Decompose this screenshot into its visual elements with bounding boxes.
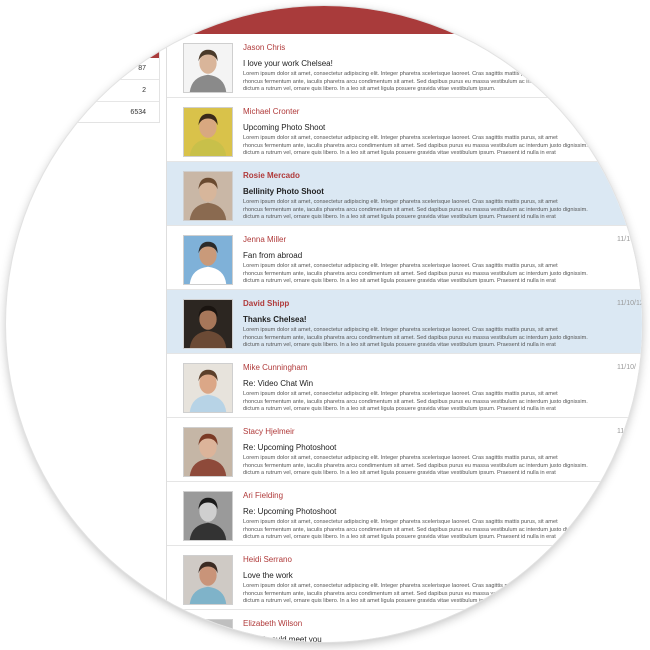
avatar bbox=[183, 491, 233, 541]
message-preview-line: rhoncus fermentum ante, iaculis pharetra… bbox=[243, 526, 588, 533]
sidebar-row[interactable]: 2 bbox=[7, 80, 159, 102]
message-row[interactable]: Ari Fielding Re: Upcoming Photoshoot Lorem… bbox=[167, 482, 642, 546]
message-preview-line: Lorem ipsum dolor sit amet, consectetur … bbox=[243, 583, 558, 589]
message-preview-line: Lorem ipsum dolor sit amet, consectetur … bbox=[243, 455, 558, 461]
sender-name[interactable]: David Shipp bbox=[243, 299, 289, 308]
message-subject: Thanks Chelsea! bbox=[243, 315, 307, 324]
message-subject: Re: Upcoming Photoshoot bbox=[243, 507, 337, 516]
message-subject: Fan from abroad bbox=[243, 251, 303, 260]
sidebar-row[interactable]: 87 bbox=[7, 58, 159, 80]
message-row[interactable]: Mike Cunningham 11/10/Re: Video Chat Win L… bbox=[167, 354, 642, 418]
message-preview-line: rhoncus fermentum ante, iaculis pharetra… bbox=[243, 142, 588, 149]
message-preview-line: dictum a rutrum vel, ornare quis libero.… bbox=[243, 406, 556, 412]
magnified-view: 87 2 rash 6534 Jason Chris I love your wo… bbox=[6, 6, 642, 642]
message-date: 11/10/ bbox=[617, 364, 636, 371]
sidebar-folder-list: 87 2 rash 6534 bbox=[6, 34, 160, 123]
message-preview-line: rhoncus fermentum ante, iaculis pharetra… bbox=[243, 398, 588, 405]
message-preview-line: dictum a rutrum vel, ornare quis libero.… bbox=[243, 214, 556, 220]
message-preview-line: rhoncus fermentum ante, iaculis pharetra… bbox=[243, 462, 588, 469]
message-row[interactable]: Stacy Hjelmeir 11/1 Re: Upcoming Photoshoo… bbox=[167, 418, 642, 482]
sidebar-row-count: 2 bbox=[142, 87, 146, 94]
sidebar-row-trash[interactable]: rash 6534 bbox=[7, 102, 159, 123]
message-row[interactable]: David Shipp 11/10/12 Thanks Chelsea! Lorem … bbox=[167, 290, 642, 354]
message-date: 11/1 bbox=[617, 428, 631, 435]
message-subject: Re: Video Chat Win bbox=[243, 379, 314, 388]
message-preview-line: dictum a rutrum vel, ornare quis libero.… bbox=[243, 278, 556, 284]
top-bar bbox=[6, 6, 642, 34]
message-row[interactable]: Rosie Mercado Bellinity Photo Shoot Lorem … bbox=[167, 162, 642, 226]
avatar bbox=[183, 43, 233, 93]
message-preview-line: Lorem ipsum dolor sit amet, consectetur … bbox=[243, 327, 558, 333]
sidebar-row-count: 6534 bbox=[130, 109, 146, 116]
sender-name[interactable]: Jenna Miller bbox=[243, 235, 286, 244]
message-preview-line: Lorem ipsum dolor sit amet, consectetur … bbox=[243, 391, 558, 397]
sidebar-row-count: 87 bbox=[138, 65, 146, 72]
message-subject: Love the work bbox=[243, 571, 293, 580]
sidebar-row-label: rash bbox=[11, 109, 25, 116]
message-preview-line: Lorem ipsum dolor sit amet, consectetur … bbox=[243, 263, 558, 269]
message-preview: Lorem ipsum dolor sit amet, consectetur … bbox=[243, 263, 642, 287]
message-preview-line: Lorem ipsum dolor sit amet, consectetur … bbox=[243, 135, 558, 141]
message-preview-line: dictum a rutrum vel, ornare quis libero.… bbox=[243, 150, 556, 156]
message-list: Jason Chris I love your work Chelsea! Lore… bbox=[166, 34, 642, 642]
message-preview: Lorem ipsum dolor sit amet, consectetur … bbox=[243, 519, 642, 543]
avatar bbox=[183, 555, 233, 605]
message-preview-line: rhoncus fermentum ante, iaculis pharetra… bbox=[243, 270, 588, 277]
message-preview-line: rhoncus fermentum ante, iaculis pharetra… bbox=[243, 334, 588, 341]
avatar bbox=[183, 235, 233, 285]
sender-name[interactable]: Rosie Mercado bbox=[243, 171, 300, 180]
message-row[interactable]: Elizabeth Wilson Wish I could meet you bbox=[167, 610, 642, 642]
message-preview-line: rhoncus fermentum ante, iaculis pharetra… bbox=[243, 78, 606, 85]
message-date: 11/10/12 bbox=[617, 300, 642, 307]
message-subject: Upcoming Photo Shoot bbox=[243, 123, 326, 132]
message-preview-line: rhoncus fermentum ante, iaculis pharetra… bbox=[243, 590, 562, 597]
avatar bbox=[183, 363, 233, 413]
sender-name[interactable]: Mike Cunningham bbox=[243, 363, 307, 372]
sender-name[interactable]: Heidi Serrano bbox=[243, 555, 292, 564]
message-preview-line: dictum a rutrum vel, ornare quis libero.… bbox=[243, 86, 496, 92]
message-preview-line: rhoncus fermentum ante, iaculis pharetra… bbox=[243, 206, 588, 213]
message-preview-line: Lorem ipsum dolor sit amet, consectetur … bbox=[243, 519, 558, 525]
sender-name[interactable]: Elizabeth Wilson bbox=[243, 619, 302, 628]
message-preview-line: dictum a rutrum vel, ornare quis libero.… bbox=[243, 342, 556, 348]
message-preview: Lorem ipsum dolor sit amet, consectetur … bbox=[243, 71, 642, 95]
message-subject: Bellinity Photo Shoot bbox=[243, 187, 324, 196]
avatar bbox=[183, 299, 233, 349]
message-preview-line: dictum a rutrum vel, ornare quis libero.… bbox=[243, 598, 496, 604]
message-preview-line: dictum a rutrum vel, ornare quis libero.… bbox=[243, 534, 556, 540]
sender-name[interactable]: Jason Chris bbox=[243, 43, 285, 52]
message-preview: Lorem ipsum dolor sit amet, consectetur … bbox=[243, 199, 642, 223]
avatar bbox=[183, 619, 233, 642]
message-subject: Re: Upcoming Photoshoot bbox=[243, 443, 337, 452]
message-preview: Lorem ipsum dolor sit amet, consectetur … bbox=[243, 135, 642, 159]
message-row[interactable]: Heidi Serrano Love the work Lorem ipsum do… bbox=[167, 546, 642, 610]
sender-name[interactable]: Ari Fielding bbox=[243, 491, 283, 500]
message-subject: Wish I could meet you bbox=[243, 635, 322, 642]
avatar bbox=[183, 107, 233, 157]
avatar bbox=[183, 427, 233, 477]
message-row[interactable]: Jason Chris I love your work Chelsea! Lore… bbox=[167, 34, 642, 98]
message-preview-line: Lorem ipsum dolor sit amet, consectetur … bbox=[243, 71, 558, 77]
message-row[interactable]: Jenna Miller 11/10/Fan from abroad Lorem i… bbox=[167, 226, 642, 290]
avatar bbox=[183, 171, 233, 221]
message-preview: Lorem ipsum dolor sit amet, consectetur … bbox=[243, 583, 642, 607]
message-preview-line: Lorem ipsum dolor sit amet, consectetur … bbox=[243, 199, 558, 205]
message-preview: Lorem ipsum dolor sit amet, consectetur … bbox=[243, 391, 642, 415]
message-preview: Lorem ipsum dolor sit amet, consectetur … bbox=[243, 455, 642, 479]
message-preview-line: dictum a rutrum vel, ornare quis libero.… bbox=[243, 470, 556, 476]
message-preview: Lorem ipsum dolor sit amet, consectetur … bbox=[243, 327, 642, 351]
sidebar-active-header[interactable] bbox=[7, 34, 159, 58]
sender-name[interactable]: Michael Cronter bbox=[243, 107, 299, 116]
message-subject: I love your work Chelsea! bbox=[243, 59, 333, 68]
message-date: 11/10/ bbox=[617, 236, 636, 243]
sender-name[interactable]: Stacy Hjelmeir bbox=[243, 427, 295, 436]
message-row[interactable]: Michael Cronter Upcoming Photo Shoot Lorem… bbox=[167, 98, 642, 162]
